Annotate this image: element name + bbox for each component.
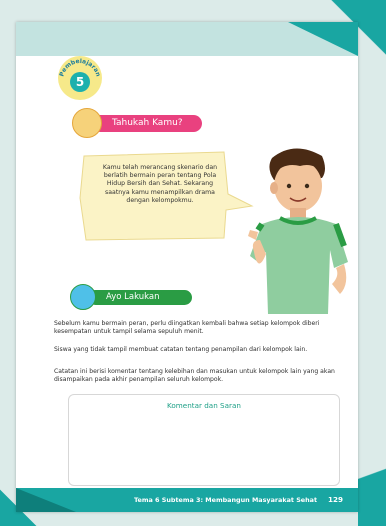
- children-reading-icon: [72, 108, 102, 138]
- page-number: 129: [328, 495, 344, 504]
- speech-text: Kamu telah merancang skenario dan berlat…: [102, 164, 218, 204]
- footer-accent: [16, 488, 76, 512]
- child-activity-icon: [70, 284, 96, 310]
- body-paragraph: Siswa yang tidak tampil membuat catatan …: [54, 346, 308, 353]
- lesson-number: 5: [70, 72, 90, 92]
- section-header-ayo: Ayo Lakukan: [70, 284, 200, 310]
- comment-box[interactable]: Komentar dan Saran: [68, 394, 340, 486]
- body-paragraph: Sebelum kamu bermain peran, perlu diinga…: [54, 320, 320, 335]
- section-header-label: Tahukah Kamu?: [112, 118, 183, 128]
- footer-theme-label: Tema 6 Subtema 3: Membangun Masyarakat S…: [134, 496, 318, 504]
- book-page: Pembelajaran 5 Tahukah Kamu? Kamu telah …: [16, 22, 358, 512]
- background-edge-decoration: [358, 440, 386, 526]
- boy-illustration: [248, 148, 348, 314]
- section-header-tahukah: Tahukah Kamu?: [72, 108, 212, 138]
- lesson-badge: Pembelajaran 5: [58, 56, 102, 100]
- comment-box-title: Komentar dan Saran: [167, 401, 241, 410]
- section-header-label: Ayo Lakukan: [106, 292, 160, 302]
- header-accent: [288, 22, 358, 56]
- speech-bubble: Kamu telah merancang skenario dan berlat…: [74, 148, 254, 244]
- body-paragraph: Catatan ini berisi komentar tentang kele…: [54, 368, 335, 383]
